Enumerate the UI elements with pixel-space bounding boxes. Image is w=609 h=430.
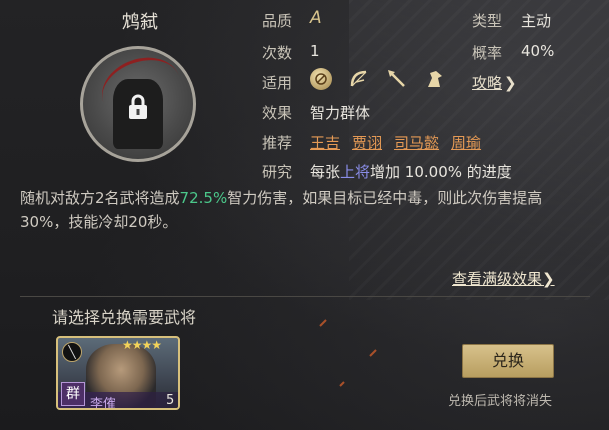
- bow-icon: [348, 68, 370, 94]
- strategy-link-label[interactable]: 攻略: [472, 72, 502, 93]
- exchange-note: 兑换后武将将消失: [448, 394, 553, 409]
- research-label: 研究: [262, 163, 293, 181]
- hero-level: 5: [166, 393, 175, 408]
- skill-description: 随机对敌方2名武将造成72.5%智力伤害，如果目标已经中毒，则此次伤害提高30%…: [20, 186, 560, 234]
- recommend-tag[interactable]: 周瑜: [451, 132, 481, 153]
- skill-panel: 鸩弑 品质 A 类型 主动 次数 1 概率 40% 适用 攻略 ❯ 效果 智力群…: [0, 0, 609, 430]
- view-full-effect-label[interactable]: 查看满级效果: [452, 270, 542, 288]
- recommend-tags: 王吉 贾诩 司马懿 周瑜: [310, 132, 481, 153]
- spear-icon: ╲: [62, 342, 82, 362]
- rate-label: 概率: [472, 44, 503, 62]
- quality-label: 品质: [262, 12, 293, 30]
- recommend-tag[interactable]: 司马懿: [394, 132, 439, 153]
- quality-value: A: [310, 8, 322, 28]
- desc-highlight: 72.5%: [179, 189, 228, 207]
- exchange-button[interactable]: 兑换: [462, 344, 554, 378]
- chevron-right-icon: ❯: [504, 73, 517, 92]
- effect-value: 智力群体: [310, 104, 371, 122]
- desc-part-1: 随机对敌方2名武将造成: [20, 189, 180, 207]
- star-rating: ★★★★: [122, 338, 162, 352]
- skill-portrait: [80, 46, 196, 162]
- type-label: 类型: [472, 12, 503, 30]
- horse-icon: [424, 68, 446, 94]
- divider: [20, 296, 590, 297]
- skill-title: 鸩弑: [122, 12, 158, 33]
- research-post: 增加 10.00% 的进度: [370, 163, 512, 181]
- ember-particles: [319, 319, 377, 387]
- strategy-link[interactable]: 攻略 ❯: [472, 72, 517, 93]
- research-value: 每张上将增加 10.00% 的进度: [310, 161, 512, 182]
- research-highlight: 上将: [340, 163, 371, 181]
- type-value: 主动: [521, 12, 552, 30]
- recommend-tag[interactable]: 王吉: [310, 132, 340, 153]
- hero-card[interactable]: ╲ ★★★★ 群 李傕 5: [56, 336, 180, 410]
- view-full-effect-link[interactable]: 查看满级效果❯: [452, 268, 555, 289]
- chevron-right-icon: ❯: [542, 270, 555, 288]
- faction-badge: 群: [61, 382, 85, 406]
- count-label: 次数: [262, 44, 293, 62]
- research-pre: 每张: [310, 163, 341, 181]
- count-value: 1: [310, 42, 320, 60]
- shield-icon: [310, 68, 332, 90]
- spear-icon: [386, 68, 408, 94]
- effect-label: 效果: [262, 104, 293, 122]
- exchange-prompt: 请选择兑换需要武将: [52, 308, 197, 327]
- recommend-tag[interactable]: 贾诩: [352, 132, 382, 153]
- recommend-label: 推荐: [262, 134, 293, 152]
- hero-name: 李傕: [90, 397, 117, 410]
- troop-icons: [310, 68, 446, 94]
- lock-icon: [129, 94, 147, 119]
- rate-value: 40%: [521, 42, 555, 60]
- applicable-label: 适用: [262, 74, 293, 92]
